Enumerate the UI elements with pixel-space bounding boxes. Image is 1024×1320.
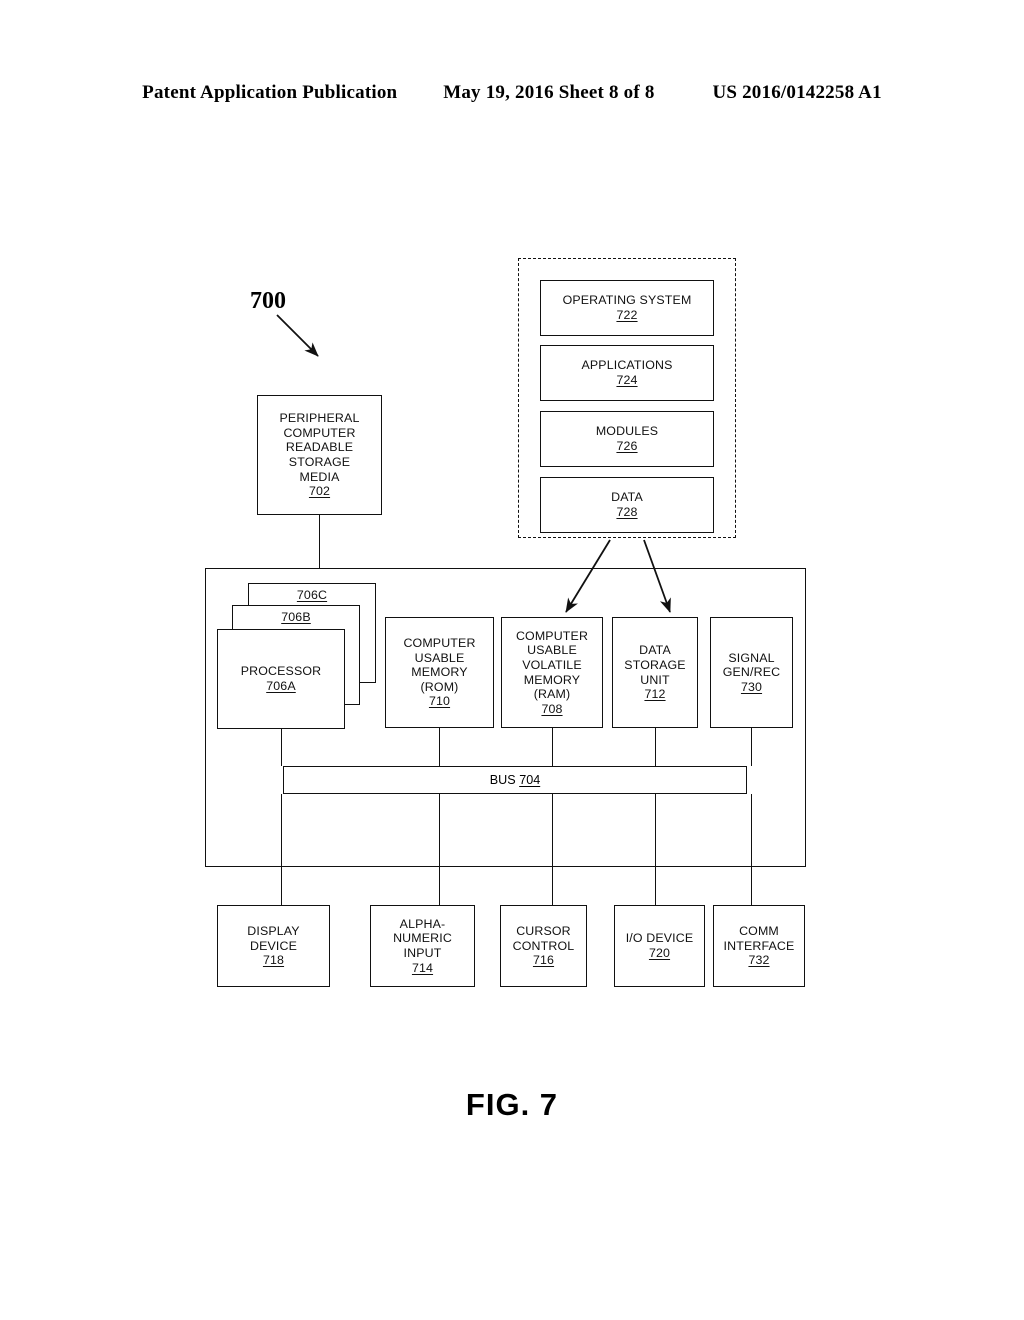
- comm-interface-box: COMM INTERFACE 732: [713, 905, 805, 987]
- peripheral-storage-media-box: PERIPHERAL COMPUTER READABLE STORAGE MED…: [257, 395, 382, 515]
- rom-line-1: COMPUTER: [403, 636, 476, 651]
- alphanumeric-input-box: ALPHA- NUMERIC INPUT 714: [370, 905, 475, 987]
- connector-bus-to-io-device: [655, 794, 656, 905]
- data-storage-line-1: DATA: [639, 643, 671, 658]
- applications-box: APPLICATIONS 724: [540, 345, 714, 401]
- peripheral-storage-line-3: READABLE: [285, 440, 354, 455]
- peripheral-storage-line-5: MEDIA: [299, 469, 340, 484]
- display-device-line-1: DISPLAY: [247, 924, 300, 939]
- alphanumeric-line-3: INPUT: [403, 946, 442, 960]
- data-label: DATA: [611, 490, 643, 505]
- rom-memory-box: COMPUTER USABLE MEMORY (ROM) 710: [385, 617, 494, 728]
- bus-number: 704: [519, 773, 541, 787]
- io-device-number: 720: [648, 946, 671, 960]
- cursor-control-number: 716: [532, 953, 555, 968]
- connector-702-to-system: [319, 515, 320, 568]
- rom-line-2: USABLE: [414, 650, 465, 665]
- signal-gen-rec-box: SIGNAL GEN/REC 730: [710, 617, 793, 728]
- processor-706b-number: 706B: [281, 610, 311, 624]
- ram-line-5: (RAM): [533, 687, 571, 702]
- display-device-number: 718: [262, 953, 285, 968]
- processor-label: PROCESSOR: [240, 664, 322, 679]
- cursor-control-box: CURSOR CONTROL 716: [500, 905, 587, 987]
- display-device-box: DISPLAY DEVICE 718: [217, 905, 330, 987]
- figure-caption: FIG. 7: [465, 1087, 559, 1122]
- processor-706c-number: 706C: [296, 588, 328, 602]
- data-storage-line-3: UNIT: [640, 672, 670, 687]
- peripheral-storage-line-1: PERIPHERAL: [279, 411, 360, 426]
- alphanumeric-line-2: NUMERIC: [393, 931, 452, 946]
- figure-reference-numeral-700: 700: [250, 288, 286, 314]
- display-device-line-2: DEVICE: [249, 938, 298, 953]
- comm-interface-line-1: COMM: [739, 924, 779, 939]
- io-device-line-1: I/O DEVICE: [625, 931, 694, 946]
- peripheral-storage-line-4: STORAGE: [288, 455, 351, 469]
- ram-line-2: USABLE: [527, 643, 577, 658]
- ram-number: 708: [541, 701, 563, 716]
- data-storage-unit-box: DATA STORAGE UNIT 712: [612, 617, 698, 728]
- modules-label: MODULES: [595, 424, 659, 439]
- operating-system-label: OPERATING SYSTEM: [562, 293, 692, 308]
- bus-label: BUS: [489, 773, 516, 787]
- figure-7-block-diagram: 700 OPERATING SYSTEM 722 APPLICATIONS 72…: [0, 0, 1024, 1320]
- applications-label: APPLICATIONS: [581, 358, 673, 373]
- modules-number: 726: [616, 439, 638, 453]
- connector-data-storage-to-bus: [655, 728, 656, 766]
- connector-rom-to-bus: [439, 728, 440, 766]
- alphanumeric-line-1: ALPHA-: [399, 916, 446, 931]
- signal-gen-line-2: GEN/REC: [722, 665, 781, 680]
- signal-gen-line-1: SIGNAL: [728, 650, 775, 665]
- ram-line-3: VOLATILE: [522, 657, 582, 672]
- comm-interface-line-2: INTERFACE: [723, 938, 795, 953]
- operating-system-number: 722: [616, 308, 638, 322]
- peripheral-storage-number: 702: [308, 484, 331, 499]
- signal-gen-number: 730: [740, 679, 763, 694]
- comm-interface-number: 732: [748, 953, 770, 968]
- rom-line-4: (ROM): [420, 679, 459, 694]
- connector-bus-to-cursor: [552, 794, 553, 905]
- operating-system-box: OPERATING SYSTEM 722: [540, 280, 714, 336]
- rom-line-3: MEMORY: [411, 665, 468, 680]
- data-box: DATA 728: [540, 477, 714, 533]
- connector-processor-to-bus: [281, 729, 282, 766]
- data-number: 728: [616, 505, 638, 519]
- ram-memory-box: COMPUTER USABLE VOLATILE MEMORY (RAM) 70…: [501, 617, 603, 728]
- data-storage-line-2: STORAGE: [624, 657, 686, 672]
- io-device-box: I/O DEVICE 720: [614, 905, 705, 987]
- processor-706a-number: 706A: [266, 679, 296, 693]
- rom-number: 710: [428, 694, 451, 709]
- connector-bus-to-alphanumeric: [439, 794, 440, 905]
- cursor-control-line-1: CURSOR: [516, 924, 571, 939]
- connector-signal-gen-to-bus: [751, 728, 752, 766]
- peripheral-storage-line-2: COMPUTER: [283, 425, 356, 440]
- alphanumeric-number: 714: [411, 960, 434, 975]
- data-storage-number: 712: [644, 687, 666, 702]
- ram-line-1: COMPUTER: [515, 628, 589, 643]
- ram-line-4: MEMORY: [523, 672, 581, 687]
- processor-706a-box: PROCESSOR 706A: [217, 629, 345, 729]
- connector-bus-to-comm-interface: [751, 794, 752, 905]
- system-bus-bar: BUS 704: [283, 766, 747, 794]
- reference-700-arrow: [276, 314, 319, 357]
- applications-number: 724: [616, 373, 638, 387]
- cursor-control-line-2: CONTROL: [512, 938, 575, 953]
- connector-ram-to-bus: [552, 728, 553, 766]
- connector-bus-to-display: [281, 794, 282, 905]
- modules-box: MODULES 726: [540, 411, 714, 467]
